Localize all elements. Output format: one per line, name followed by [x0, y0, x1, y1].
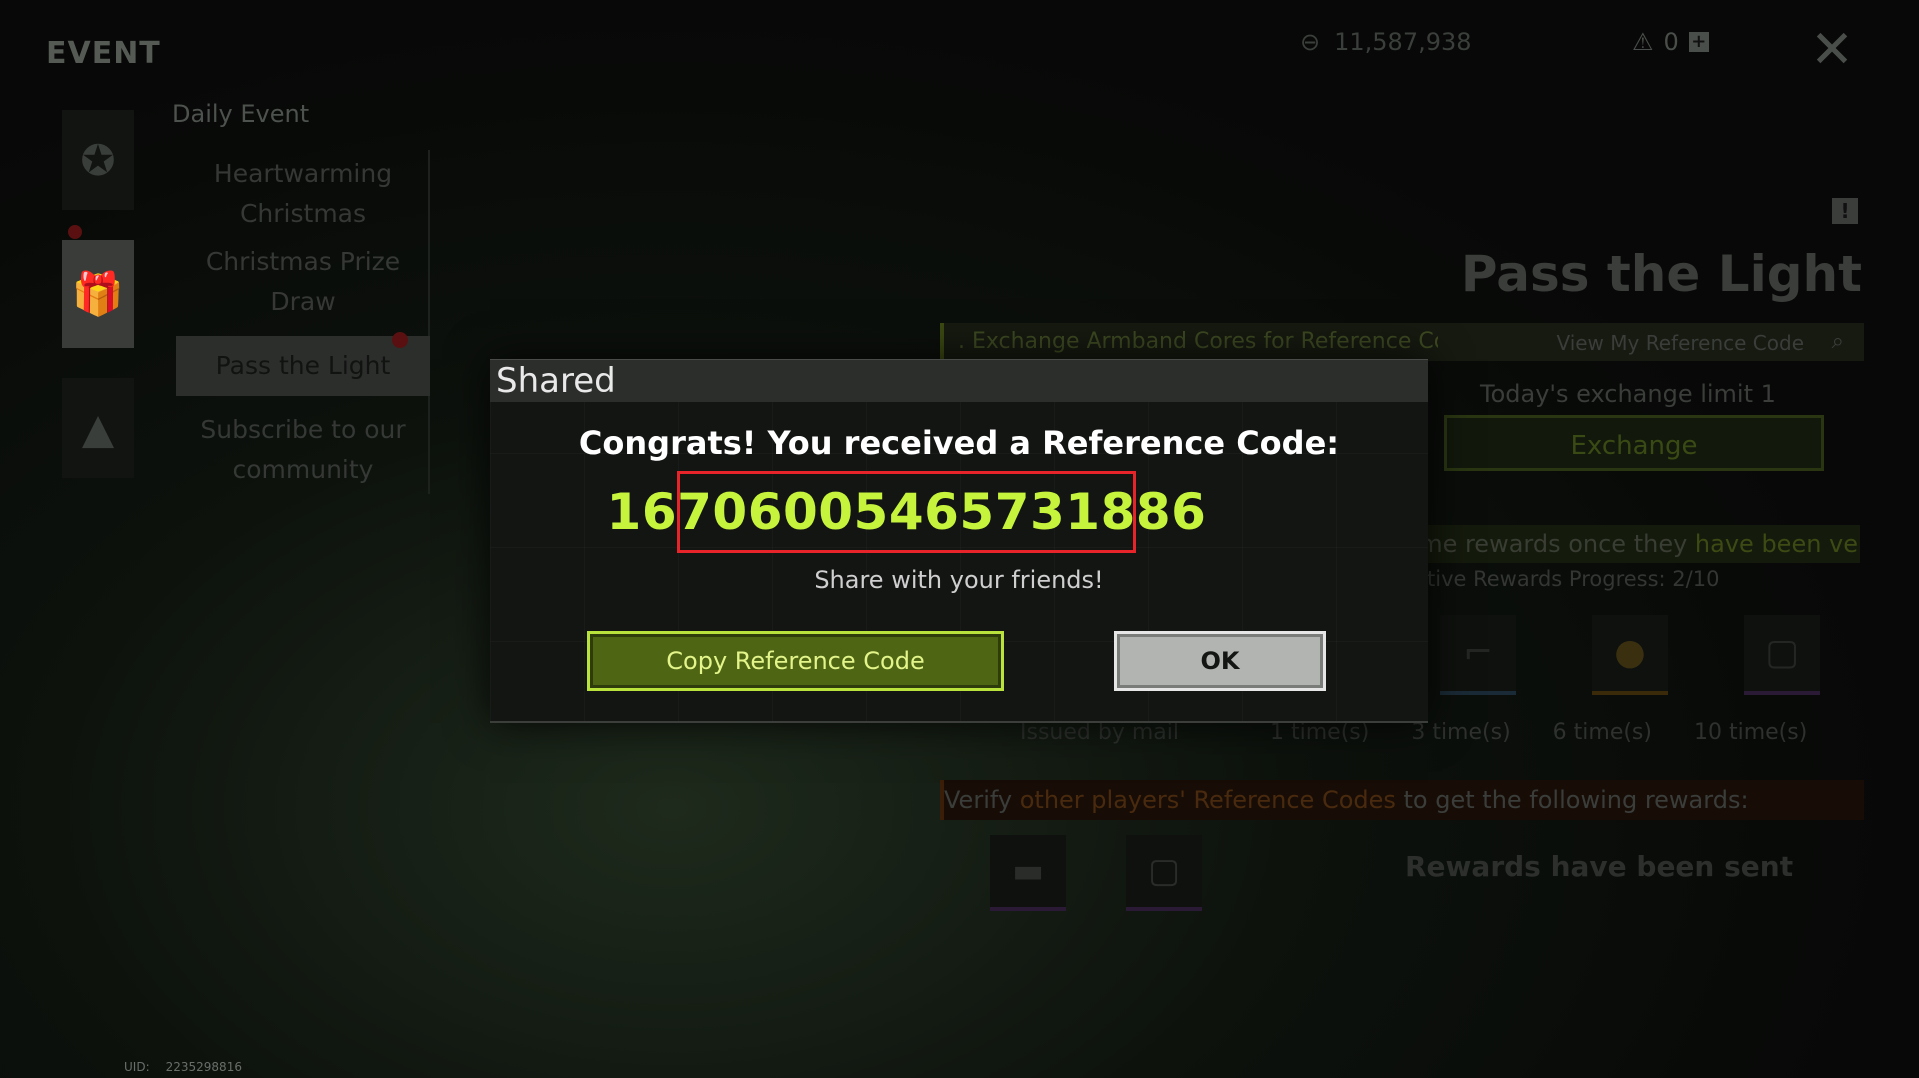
shared-dialog: Shared Congrats! You received a Referenc…	[490, 359, 1428, 723]
copy-reference-code-button[interactable]: Copy Reference Code	[587, 631, 1004, 691]
warning-ticket-icon: ⚠	[1632, 28, 1654, 56]
event-category-sidebar: ✪ 🎁 ▲	[62, 110, 142, 508]
uid-display: UID: 2235298816	[124, 1060, 242, 1074]
issued-by-mail-label: Issued by mail	[1020, 720, 1179, 745]
reward-frame-icon[interactable]: ▢	[1744, 615, 1820, 695]
reference-code[interactable]: 16706005465731886	[607, 483, 1207, 541]
uid-value: 2235298816	[165, 1060, 242, 1074]
reference-code-digits: 1670600546573188	[606, 483, 1172, 541]
reward-frame-icon[interactable]: ▢	[1126, 835, 1202, 911]
dialog-title: Shared	[490, 359, 1428, 402]
ticket-display: ⚠ 0 +	[1632, 28, 1709, 56]
exchange-button[interactable]: Exchange	[1444, 415, 1824, 471]
info-icon[interactable]: !	[1832, 198, 1858, 224]
rewards-sent-status: Rewards have been sent	[1405, 850, 1794, 883]
cumulative-reward-icons: ⌐ ● ▢	[1440, 615, 1820, 695]
reward-medal-icon[interactable]: ●	[1592, 615, 1668, 695]
game-screen: EVENT ⊖ 11,587,938 ⚠ 0 + ✕ ✪ 🎁 ▲ Daily E…	[0, 0, 1919, 1078]
currency-display: ⊖ 11,587,938	[1300, 28, 1472, 56]
event-page-title: Pass the Light	[1460, 245, 1862, 303]
category-gift-icon[interactable]: 🎁	[62, 240, 134, 348]
add-ticket-icon[interactable]: +	[1688, 32, 1709, 52]
threshold-label: 10 time(s)	[1693, 720, 1808, 745]
event-list: Heartwarming Christmas Christmas Prize D…	[176, 150, 430, 494]
ticket-count: 0	[1663, 28, 1679, 56]
verify-text-highlight: other players' Reference Codes	[1019, 786, 1396, 814]
category-emblem-icon[interactable]: ✪	[62, 110, 134, 210]
exchange-banner: . Exchange Armband Cores for Reference C…	[940, 323, 1864, 361]
daily-event-label: Daily Event	[172, 100, 310, 128]
exchange-limit-value: 1	[1760, 380, 1776, 408]
category-triangle-icon[interactable]: ▲	[62, 378, 134, 478]
event-item-christmas-prize-draw[interactable]: Christmas Prize Draw	[178, 238, 428, 326]
event-item-subscribe-community[interactable]: Subscribe to our community	[178, 406, 428, 494]
rewards-banner: some rewards once they have been ve	[1380, 525, 1860, 563]
verify-banner: Verify other players' Reference Codes to…	[940, 780, 1864, 820]
reference-code-box: 16706005465731886	[607, 471, 1206, 553]
exchange-limit: Today's exchange limit 1	[1480, 380, 1776, 408]
verify-text: Verify	[944, 786, 1020, 814]
congrats-message: Congrats! You received a Reference Code:	[578, 424, 1340, 462]
ok-button[interactable]: OK	[1114, 631, 1326, 691]
event-title: EVENT	[46, 36, 161, 71]
event-item-pass-the-light[interactable]: Pass the Light	[176, 336, 430, 396]
share-message: Share with your friends!	[814, 566, 1104, 594]
reward-chest-icon[interactable]: ▬	[990, 835, 1066, 911]
reward-gun-icon[interactable]: ⌐	[1440, 615, 1516, 695]
search-icon[interactable]: ⌕	[1832, 329, 1844, 354]
view-my-code-link[interactable]: View My Reference Code	[1556, 331, 1804, 355]
close-icon[interactable]: ✕	[1808, 24, 1856, 76]
threshold-label: 3 time(s)	[1411, 720, 1511, 745]
currency-value: 11,587,938	[1334, 28, 1472, 56]
reference-code-last-digit: 6	[1171, 483, 1207, 541]
rewards-text-highlight: have been ve	[1694, 530, 1859, 558]
exchange-description: . Exchange Armband Cores for Reference C…	[958, 329, 1438, 354]
coin-icon: ⊖	[1300, 28, 1321, 56]
event-item-heartwarming-christmas[interactable]: Heartwarming Christmas	[178, 150, 428, 238]
threshold-label: 6 time(s)	[1552, 720, 1652, 745]
verify-text-end: to get the following rewards:	[1395, 786, 1749, 814]
cumulative-progress: ulative Rewards Progress: 2/10	[1395, 567, 1720, 591]
uid-label: UID:	[124, 1060, 150, 1074]
notification-dot	[68, 225, 82, 239]
exchange-limit-label: Today's exchange limit	[1480, 380, 1754, 408]
event-notification-dot	[392, 332, 408, 348]
verify-reward-icons: ▬ ▢	[990, 835, 1202, 911]
reward-thresholds: 1 time(s) 3 time(s) 6 time(s) 10 time(s)	[1270, 720, 1807, 745]
threshold-label: 1 time(s)	[1270, 720, 1370, 745]
